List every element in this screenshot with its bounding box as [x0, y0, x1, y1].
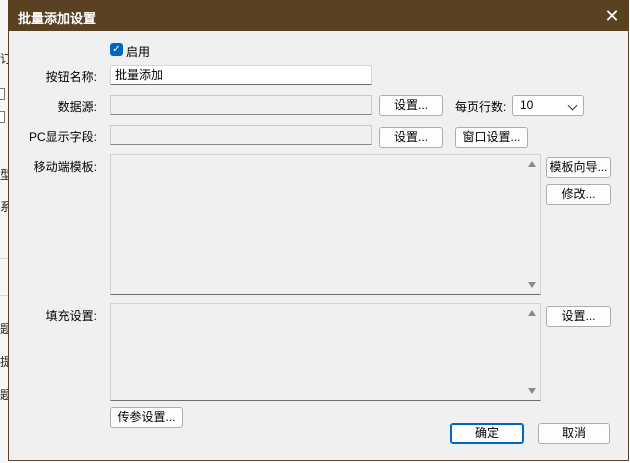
dialog-title: 批量添加设置 [18, 11, 97, 26]
background-text: 系 [0, 200, 8, 214]
fill-settings-label: 填充设置: [45, 309, 97, 323]
window-settings-button[interactable]: 窗口设置... [455, 127, 528, 148]
pass-params-button[interactable]: 传参设置... [110, 407, 183, 428]
background-checkbox [0, 111, 5, 123]
scroll-down-icon[interactable] [528, 282, 536, 288]
datasource-settings-button[interactable]: 设置... [379, 95, 443, 116]
pc-fields-settings-button[interactable]: 设置... [379, 127, 443, 148]
background-divider [0, 295, 8, 296]
scroll-up-icon[interactable] [528, 161, 536, 167]
cancel-button[interactable]: 取消 [538, 423, 610, 444]
fill-settings-textarea[interactable] [110, 303, 541, 401]
datasource-label: 数据源: [57, 100, 97, 114]
button-name-input[interactable]: 批量添加 [110, 65, 372, 85]
mobile-template-textarea[interactable] [110, 154, 541, 295]
pc-fields-label: PC显示字段: [28, 130, 97, 144]
chevron-down-icon [567, 100, 578, 111]
close-icon[interactable]: ✕ [602, 6, 622, 26]
background-text: 提 [0, 355, 8, 369]
batch-add-settings-dialog: 批量添加设置 ✕ ✓ 启用 按钮名称: 批量添加 数据源: 设置... 每页行数… [8, 0, 629, 461]
background-text: 型 [0, 168, 8, 182]
template-wizard-button[interactable]: 模板向导... [546, 157, 611, 178]
background-text: 订 [0, 52, 8, 66]
button-name-label: 按钮名称: [45, 70, 97, 84]
background-checkbox [0, 88, 5, 100]
enable-label: 启用 [126, 45, 151, 59]
template-edit-button[interactable]: 修改... [546, 184, 611, 205]
pc-fields-input[interactable] [110, 125, 372, 145]
background-text: 题 [0, 322, 8, 336]
enable-checkbox[interactable]: ✓ [110, 43, 123, 56]
rows-per-page-select[interactable]: 10 [512, 95, 584, 116]
title-bar[interactable]: 批量添加设置 ✕ [9, 1, 628, 31]
ok-button[interactable]: 确定 [450, 423, 524, 444]
rows-per-page-value: 10 [520, 98, 534, 112]
fill-settings-button[interactable]: 设置... [546, 306, 611, 327]
background-divider [0, 258, 8, 259]
background-text: 题 [0, 388, 8, 402]
datasource-input[interactable] [110, 95, 372, 115]
mobile-template-label: 移动端模板: [33, 160, 97, 174]
rows-per-page-label: 每页行数: [455, 100, 507, 114]
scroll-up-icon[interactable] [528, 310, 536, 316]
scroll-down-icon[interactable] [528, 388, 536, 394]
